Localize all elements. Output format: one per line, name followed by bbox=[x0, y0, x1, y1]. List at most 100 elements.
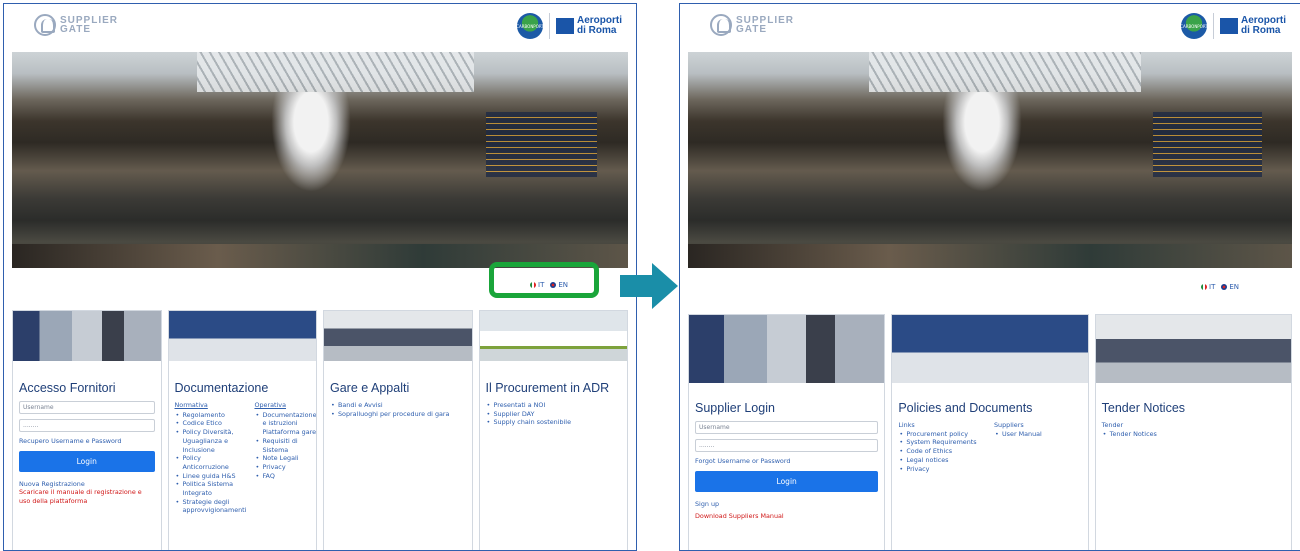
skylight bbox=[869, 52, 1141, 92]
shops-floor bbox=[688, 244, 1292, 268]
carbonport-icon: CARBONPORT bbox=[1180, 13, 1208, 39]
header: SUPPLIER GATE CARBONPORT Aeroporti di Ro… bbox=[4, 4, 636, 52]
list-item[interactable]: Supply chain sostenibile bbox=[486, 418, 622, 427]
logo-divider bbox=[1213, 13, 1214, 39]
list-item[interactable]: Privacy bbox=[254, 463, 316, 472]
manual-link[interactable]: Scaricare il manuale di registrazione e … bbox=[19, 488, 155, 505]
card-tenders: Gare e Appalti Bandi e Avvisi Sopralluog… bbox=[323, 310, 473, 550]
tenders-list: Tender Notices bbox=[1102, 430, 1285, 439]
col-head-suppliers: Suppliers bbox=[994, 421, 1024, 429]
list-item[interactable]: Bandi e Avvisi bbox=[330, 401, 466, 410]
password-field[interactable]: ........ bbox=[19, 419, 155, 432]
list-item[interactable]: Requisiti di Sistema bbox=[254, 437, 316, 454]
list-item[interactable]: Procurement policy bbox=[898, 430, 986, 439]
username-field[interactable]: Username bbox=[19, 401, 155, 414]
procurement-list: Presentati a NOI Supplier DAY Supply cha… bbox=[486, 401, 622, 427]
list-item[interactable]: Linee guida H&S bbox=[175, 472, 247, 481]
recover-link[interactable]: Forgot Username or Password bbox=[695, 457, 878, 466]
lang-it-link[interactable]: IT bbox=[1209, 283, 1215, 291]
list-item[interactable]: User Manual bbox=[994, 430, 1082, 439]
lang-en-link[interactable]: EN bbox=[1229, 283, 1239, 291]
supplier-gate-logo[interactable]: SUPPLIER GATE bbox=[34, 14, 118, 36]
header: SUPPLIER GATE CARBONPORT Aeroporti di Ro… bbox=[680, 4, 1300, 52]
adr-line2: di Roma bbox=[1241, 25, 1281, 36]
supplier-gate-icon bbox=[710, 14, 732, 36]
adr-logo[interactable]: CARBONPORT Aeroporti di Roma bbox=[516, 13, 622, 39]
list-item[interactable]: Strategie degli approvvigionamenti bbox=[175, 498, 246, 515]
carbonport-icon: CARBONPORT bbox=[516, 13, 544, 39]
list-item[interactable]: FAQ bbox=[254, 472, 316, 481]
list-item[interactable]: Note Legali bbox=[254, 454, 316, 463]
adr-mark-icon bbox=[556, 18, 574, 34]
manual-link[interactable]: Download Suppliers Manual bbox=[695, 512, 878, 521]
register-link[interactable]: Sign up bbox=[695, 500, 878, 509]
card-documents: Policies and Documents Links Procurement… bbox=[891, 314, 1089, 550]
adr-mark-icon bbox=[1220, 18, 1238, 34]
carbon-text: CARBONPORT bbox=[1180, 23, 1208, 29]
normativa-list: Regolamento Codice Etico Policy Diversit… bbox=[175, 411, 247, 515]
list-item[interactable]: Sopralluoghi per procedure di gara bbox=[330, 410, 466, 419]
uk-flag-icon bbox=[1221, 284, 1228, 290]
card-title: Gare e Appalti bbox=[330, 381, 410, 395]
list-item[interactable]: System Requirements bbox=[898, 438, 986, 447]
card-title: Accesso Fornitori bbox=[19, 381, 116, 395]
col-head-links: Links bbox=[898, 421, 915, 429]
skylight bbox=[196, 52, 474, 92]
logo-line2: GATE bbox=[60, 24, 92, 35]
list-item[interactable]: Politica Sistema Integrato bbox=[175, 480, 247, 497]
list-item[interactable]: Privacy bbox=[898, 465, 986, 474]
col-head-normativa[interactable]: Normativa bbox=[175, 401, 247, 410]
list-item[interactable]: Regolamento bbox=[175, 411, 247, 420]
tenders-list: Bandi e Avvisi Sopralluoghi per procedur… bbox=[330, 401, 466, 418]
list-item[interactable]: Code of Ethics bbox=[898, 447, 986, 456]
supplier-gate-logo[interactable]: SUPPLIER GATE bbox=[710, 14, 794, 36]
card-title: Documentazione bbox=[174, 381, 269, 395]
col-head-tender: Tender bbox=[1101, 421, 1124, 429]
card-image bbox=[892, 315, 1088, 383]
italy-flag-icon bbox=[1201, 284, 1207, 290]
list-item[interactable]: Supplier DAY bbox=[486, 410, 622, 419]
arrow-right-icon bbox=[620, 263, 678, 309]
list-item[interactable]: Tender Notices bbox=[1102, 430, 1285, 439]
list-item[interactable]: Documentazione e istruzioni Piattaforma … bbox=[254, 411, 316, 437]
recover-link[interactable]: Recupero Username e Password bbox=[19, 437, 155, 446]
language-switcher: IT EN bbox=[1195, 283, 1239, 291]
adr-logo[interactable]: CARBONPORT Aeroporti di Roma bbox=[1180, 13, 1286, 39]
card-login: Accesso Fornitori Username ........ Recu… bbox=[12, 310, 162, 550]
card-tenders: Tender Notices Tender Tender Notices bbox=[1094, 314, 1292, 550]
list-item[interactable]: Presentati a NOI bbox=[486, 401, 622, 410]
links-list: Procurement policy System Requirements C… bbox=[898, 430, 986, 474]
username-field[interactable]: Username bbox=[695, 421, 879, 434]
chandelier bbox=[941, 92, 1022, 192]
card-image bbox=[168, 311, 316, 361]
card-title: Tender Notices bbox=[1101, 401, 1186, 415]
list-item[interactable]: Policy Diversità, Uguaglianza e Inclusio… bbox=[175, 428, 247, 454]
departures-board bbox=[1153, 112, 1262, 178]
cards-row: Accesso Fornitori Username ........ Recu… bbox=[12, 310, 628, 550]
english-page-screenshot: SUPPLIER GATE CARBONPORT Aeroporti di Ro… bbox=[679, 3, 1300, 551]
card-title: Supplier Login bbox=[695, 401, 775, 415]
adr-line2: di Roma bbox=[577, 25, 617, 36]
card-image bbox=[324, 311, 472, 361]
card-image bbox=[13, 311, 161, 361]
list-item[interactable]: Policy Anticorruzione bbox=[175, 454, 247, 471]
list-item[interactable]: Codice Etico bbox=[175, 419, 247, 428]
carbon-text: CARBONPORT bbox=[516, 23, 544, 29]
register-link[interactable]: Nuova Registrazione bbox=[19, 480, 155, 489]
login-button[interactable]: Login bbox=[695, 470, 879, 492]
login-button[interactable]: Login bbox=[19, 450, 155, 472]
list-item[interactable]: Legal notices bbox=[898, 456, 986, 465]
supplier-gate-icon bbox=[34, 14, 56, 36]
password-field[interactable]: ........ bbox=[695, 439, 879, 452]
hero-image-airport bbox=[688, 52, 1292, 268]
cards-row: Supplier Login Username ........ Forgot … bbox=[688, 314, 1292, 550]
card-documents: Documentazione Normativa Regolamento Cod… bbox=[167, 310, 317, 550]
card-image bbox=[479, 311, 627, 361]
language-highlight-box bbox=[489, 262, 599, 298]
col-head-operativa[interactable]: Operativa bbox=[254, 401, 316, 410]
hero-image-airport bbox=[12, 52, 628, 268]
logo-divider bbox=[549, 13, 550, 39]
card-image bbox=[689, 315, 885, 383]
suppliers-list: User Manual bbox=[994, 430, 1082, 439]
chandelier bbox=[270, 92, 351, 192]
